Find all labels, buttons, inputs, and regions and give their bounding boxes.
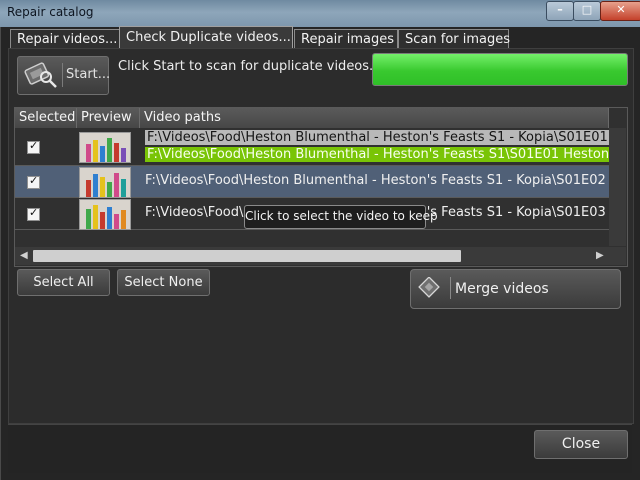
- divider: [62, 63, 63, 87]
- check-icon: ✓: [29, 206, 39, 219]
- tab-check-duplicate-videos[interactable]: Check Duplicate videos...: [119, 26, 293, 50]
- table-row[interactable]: ✓ F:\Videos\Food\Heston Blumenthal - Hes…: [15, 166, 609, 198]
- tab-label: Check Duplicate videos...: [126, 30, 291, 45]
- table-row[interactable]: ✓ F:\Videos\Food\Heston Blumenthal - Hes…: [15, 129, 611, 166]
- tab-label: Repair videos...: [17, 32, 118, 47]
- column-header-selected[interactable]: Selected: [15, 108, 77, 128]
- start-label: Start...: [66, 67, 111, 82]
- merge-label: Merge videos: [455, 281, 549, 297]
- scroll-right-icon[interactable]: ▶: [596, 250, 604, 261]
- start-scan-button[interactable]: Start...: [17, 56, 111, 95]
- merge-videos-button[interactable]: Merge videos: [410, 269, 621, 309]
- check-icon: ✓: [29, 139, 39, 152]
- horizontal-scrollbar[interactable]: ◀ ▶: [15, 247, 626, 265]
- scan-progress-bar: [372, 53, 628, 86]
- check-icon: ✓: [29, 174, 39, 187]
- minimize-button[interactable]: –: [546, 1, 574, 21]
- close-icon: ✕: [616, 3, 626, 16]
- tooltip: Click to select the video to keep: [244, 205, 438, 229]
- duplicate-videos-grid: Selected Preview Video paths ✓ F:\Videos…: [14, 107, 628, 267]
- progress-fill: [373, 54, 627, 85]
- video-path[interactable]: F:\Videos\Food\Heston Blumenthal - Hesto…: [145, 173, 609, 188]
- tab-label: Repair images: [301, 32, 395, 47]
- tab-repair-videos[interactable]: Repair videos...: [10, 29, 131, 49]
- video-thumbnail: [79, 132, 131, 163]
- merge-film-icon: [418, 277, 440, 298]
- row-select-checkbox[interactable]: ✓: [27, 206, 40, 221]
- column-header-preview[interactable]: Preview: [77, 108, 140, 128]
- video-thumbnail: [79, 199, 131, 230]
- video-thumbnail: [79, 167, 131, 198]
- select-none-button[interactable]: Select None: [117, 269, 210, 296]
- title-bar: Repair catalog – □ ✕: [0, 0, 640, 28]
- row-select-checkbox[interactable]: ✓: [27, 174, 40, 189]
- maximize-icon: □: [581, 3, 593, 16]
- minimize-icon: –: [557, 3, 563, 16]
- scrollbar-thumb[interactable]: [33, 250, 461, 262]
- tab-repair-images[interactable]: Repair images: [294, 29, 398, 49]
- tab-scan-for-images[interactable]: Scan for images: [398, 29, 511, 49]
- film-scan-icon: [24, 62, 57, 88]
- video-path-selected[interactable]: F:\Videos\Food\Heston Blumenthal - Hesto…: [145, 147, 611, 162]
- close-window-button[interactable]: ✕: [600, 1, 640, 21]
- window-title: Repair catalog: [7, 5, 94, 19]
- scan-hint: Click Start to scan for duplicate videos…: [118, 59, 382, 74]
- maximize-button[interactable]: □: [573, 1, 601, 21]
- tab-label: Scan for images: [405, 32, 511, 47]
- close-button[interactable]: Close: [534, 430, 628, 459]
- scroll-left-icon[interactable]: ◀: [20, 250, 28, 261]
- column-header-video-paths[interactable]: Video paths: [140, 108, 609, 128]
- row-select-checkbox[interactable]: ✓: [27, 139, 40, 154]
- divider: [450, 277, 451, 299]
- select-all-button[interactable]: Select All: [17, 269, 110, 296]
- vertical-scrollbar[interactable]: [609, 128, 626, 246]
- video-path[interactable]: F:\Videos\Food\Heston Blumenthal - Hesto…: [145, 130, 611, 145]
